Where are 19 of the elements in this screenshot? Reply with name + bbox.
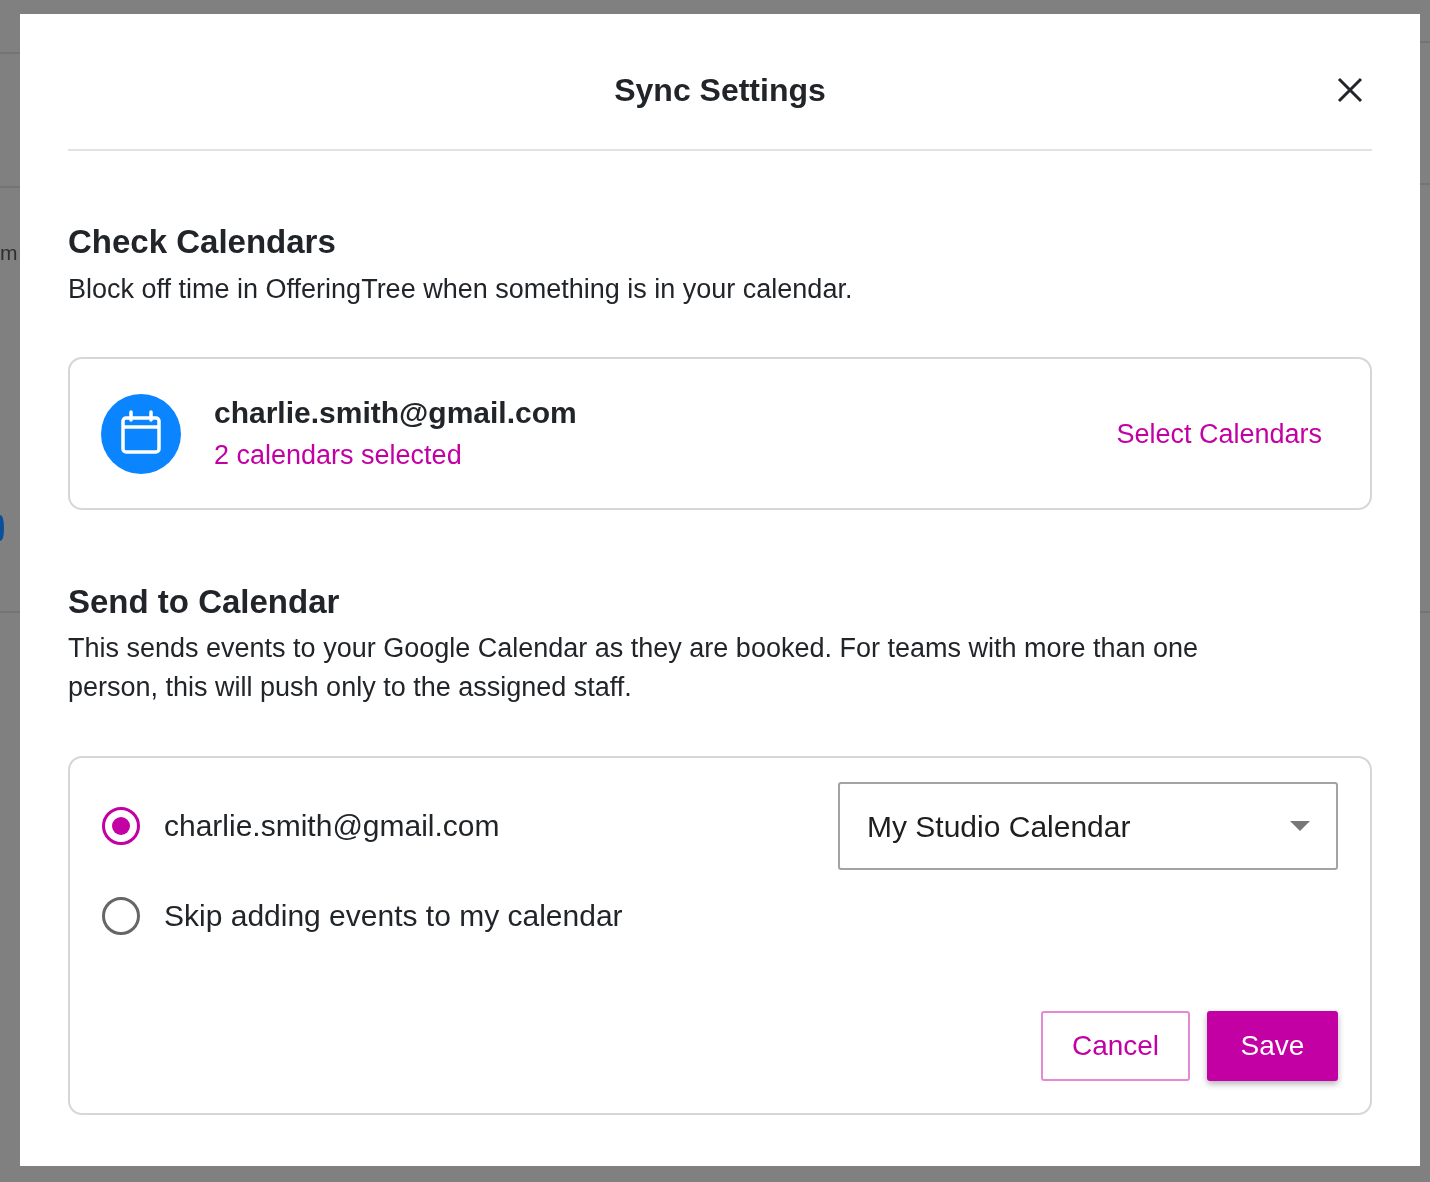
background-text: m xyxy=(0,240,18,266)
calendar-count: 2 calendars selected xyxy=(214,438,463,472)
section-description: Block off time in OfferingTree when something is in your calendar. xyxy=(68,273,854,306)
close-icon xyxy=(1337,76,1363,103)
radio-button[interactable] xyxy=(102,897,140,935)
section-heading: Check Calendars xyxy=(68,222,337,262)
caret-icon xyxy=(1290,821,1310,831)
save-button[interactable]: Save xyxy=(1207,1011,1338,1081)
section-heading: Send to Calendar xyxy=(68,582,341,622)
select-calendars-link[interactable]: Select Calendars xyxy=(1116,415,1322,452)
cancel-button[interactable]: Cancel xyxy=(1041,1011,1190,1081)
dialog-title: Sync Settings xyxy=(614,70,826,110)
radio-label[interactable]: charlie.smith@gmail.com xyxy=(164,806,500,846)
radio-label[interactable]: Skip adding events to my calendar xyxy=(164,896,623,936)
calendar-select[interactable]: My Studio Calendar xyxy=(838,782,1338,870)
section-description: This sends events to your Google Calendar as they are booked. For teams with more than one person, this will push only to the assigned staff. xyxy=(68,632,1200,704)
account-email: charlie.smith@gmail.com xyxy=(214,394,577,431)
radio-button[interactable] xyxy=(102,807,140,845)
calendar-icon xyxy=(101,393,181,474)
